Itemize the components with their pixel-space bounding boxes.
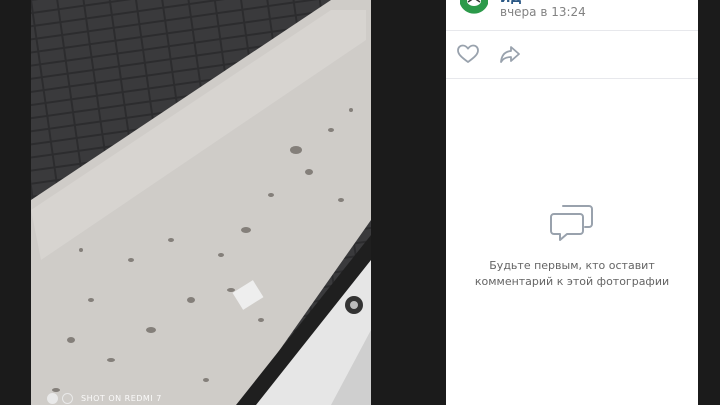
avatar-image — [457, 0, 491, 16]
photo[interactable]: SHOT ON REDMI 7 — [31, 0, 371, 405]
speech-bubbles-icon — [550, 205, 593, 241]
like-button[interactable] — [456, 43, 480, 65]
post-date[interactable]: вчера в 13:24 — [500, 5, 586, 19]
post-actions — [446, 31, 698, 79]
author-avatar[interactable] — [457, 0, 491, 16]
comments-empty-text: Будьте первым, кто оставит комментарий к… — [474, 259, 670, 288]
share-button[interactable] — [498, 43, 522, 65]
post-author-header: ИД вчера в 13:24 — [446, 0, 698, 31]
photo-side-panel: ИД вчера в 13:24 Будьте первым, кто оста… — [446, 0, 698, 405]
share-arrow-icon — [500, 46, 520, 63]
heart-icon — [457, 44, 479, 63]
photo-watermark: SHOT ON REDMI 7 — [47, 392, 162, 404]
watermark-text: SHOT ON REDMI 7 — [81, 393, 162, 403]
watermark-ring-icon — [62, 392, 73, 404]
photo-image — [31, 0, 371, 405]
watermark-dot-icon — [47, 392, 58, 404]
comments-empty-state: Будьте первым, кто оставит комментарий к… — [446, 200, 698, 290]
